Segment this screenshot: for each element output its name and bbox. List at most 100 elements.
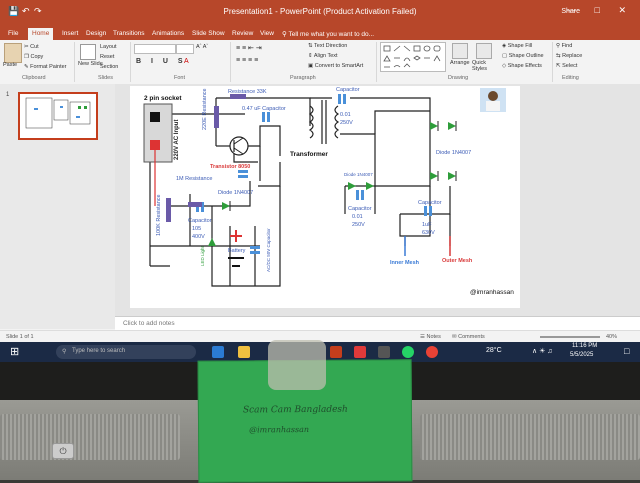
paste-icon[interactable]: [4, 43, 22, 63]
search-placeholder: Type here to search: [72, 348, 126, 354]
sticky-note-line1: Scam Cam Bangladesh: [242, 404, 348, 416]
paste-button[interactable]: Paste: [3, 62, 17, 68]
circuit-diagram: 2 pin socket Transformer @imranhassan 22…: [143, 87, 514, 296]
replace-button[interactable]: ⇆ Replace: [556, 53, 582, 59]
font-family-select[interactable]: [134, 44, 176, 54]
shapes-gallery[interactable]: [380, 42, 446, 72]
tab-view[interactable]: View: [260, 30, 274, 37]
bullets-icon[interactable]: ≡ ≡ ⇤ ⇥: [236, 44, 262, 52]
whatsapp-icon[interactable]: [402, 346, 414, 358]
section-button[interactable]: Section: [100, 64, 118, 70]
slide[interactable]: 2 pin socket Transformer @imranhassan 22…: [130, 86, 520, 308]
edge-icon[interactable]: [212, 346, 224, 358]
tab-design[interactable]: Design: [86, 30, 106, 37]
notes-placeholder: Click to add notes: [123, 320, 175, 327]
font-grow-button[interactable]: Aˆ Aˇ: [196, 44, 208, 50]
window-controls[interactable]: — □ ✕: [567, 5, 634, 16]
label-led: LED Light: [200, 245, 205, 266]
layout-button[interactable]: Layout: [100, 44, 117, 50]
tray-icons[interactable]: ∧ ☀ ♫: [532, 347, 553, 355]
font-size-select[interactable]: [176, 44, 194, 54]
align-text-button[interactable]: ⇕ Align Text: [308, 53, 338, 59]
window-title: Presentation1 - PowerPoint (Product Acti…: [223, 7, 417, 16]
shape-effects-button[interactable]: ◇ Shape Effects: [502, 63, 542, 69]
notes-pane[interactable]: Click to add notes: [115, 316, 640, 331]
clock-time[interactable]: 11:16 PM: [572, 343, 597, 349]
title-bar: 💾 ↶ ↷ Presentation1 - PowerPoint (Produc…: [0, 0, 640, 28]
quick-styles-icon[interactable]: [476, 43, 492, 59]
label-cap-right: Capacitor: [418, 200, 442, 206]
clock-date[interactable]: 5/5/2025: [570, 352, 593, 358]
new-slide-icon[interactable]: [80, 44, 96, 60]
tab-slide-show[interactable]: Slide Show: [192, 30, 225, 37]
app-icon[interactable]: [354, 346, 366, 358]
label-cap-473: 0.47 uF Capacitor: [242, 106, 286, 112]
power-button-icon[interactable]: ⏻: [52, 443, 74, 459]
divider: [376, 42, 377, 82]
tab-file[interactable]: File: [8, 30, 18, 37]
comments-toggle-label: Comments: [458, 334, 485, 340]
notification-icon[interactable]: □: [624, 346, 629, 356]
format-painter-button[interactable]: ✎ Format Painter: [24, 64, 67, 70]
label-socket: 2 pin socket: [144, 95, 182, 102]
quick-styles-button[interactable]: Quick Styles: [472, 60, 498, 72]
shape-fill-button[interactable]: ◈ Shape Fill: [502, 43, 532, 49]
tab-insert[interactable]: Insert: [62, 30, 78, 37]
shapes-gallery-icons: [383, 45, 441, 68]
sticky-note-line2: @imranhassan: [249, 424, 310, 435]
notes-toggle[interactable]: ☰ Notes: [420, 334, 441, 340]
shape-outline-label: Shape Outline: [508, 53, 544, 59]
file-explorer-icon[interactable]: [238, 346, 250, 358]
app-icon[interactable]: [378, 346, 390, 358]
zoom-level[interactable]: 40%: [606, 334, 617, 340]
cut-button[interactable]: ✂ Cut: [24, 44, 39, 50]
label-cap-top: Capacitor: [336, 87, 360, 93]
tab-home[interactable]: Home: [28, 28, 54, 40]
ribbon-tabs: File Home Insert Design Transitions Anim…: [0, 28, 640, 40]
group-paragraph: Paragraph: [290, 75, 316, 81]
slide-thumbnail[interactable]: [18, 92, 98, 140]
reset-button[interactable]: Reset: [100, 54, 114, 60]
tab-animations[interactable]: Animations: [152, 30, 184, 37]
label-cap-top-v1: 0.01: [340, 112, 351, 118]
taskbar-search[interactable]: ⚲ Type here to search: [56, 345, 196, 359]
align-icons[interactable]: ≡ ≡ ≡ ≡: [236, 57, 258, 64]
tell-me-box[interactable]: ⚲ Tell me what you want to do...: [282, 30, 374, 38]
align-text-label: Align Text: [313, 53, 338, 59]
comments-toggle[interactable]: ✉ Comments: [452, 334, 485, 340]
capacitor-symbols: [196, 94, 432, 254]
chrome-icon[interactable]: [426, 346, 438, 358]
label-author: @imranhassan: [470, 289, 514, 296]
group-clipboard: Clipboard: [22, 75, 46, 81]
select-button[interactable]: ⇱ Select: [556, 63, 577, 69]
group-font: Font: [174, 75, 186, 81]
label-inner-mesh: Inner Mesh: [390, 260, 420, 266]
label-cap-105-v2: 400V: [192, 234, 205, 240]
label-outer-mesh: Outer Mesh: [442, 258, 473, 264]
ribbon: Paste ✂ Cut ❐ Copy ✎ Format Painter Clip…: [0, 40, 640, 85]
copy-button[interactable]: ❐ Copy: [24, 54, 43, 60]
arrange-icon[interactable]: [452, 43, 468, 59]
text-direction-button[interactable]: ⇅ Text Direction: [308, 43, 347, 49]
shape-outline-button[interactable]: ▢ Shape Outline: [502, 53, 544, 59]
group-slides: Slides: [98, 75, 113, 81]
label-cap-105-v1: 105: [192, 226, 201, 232]
group-drawing: Drawing: [448, 75, 469, 81]
tab-transitions[interactable]: Transitions: [113, 30, 145, 37]
font-color-button[interactable]: A: [184, 58, 189, 65]
format-painter-label: Format Painter: [30, 64, 67, 70]
tab-review[interactable]: Review: [232, 30, 253, 37]
divider: [552, 42, 553, 82]
label-res-100k: 100K Resistance: [156, 194, 162, 236]
windows-start-icon[interactable]: ⊞: [10, 345, 19, 358]
powerpoint-icon[interactable]: [330, 346, 342, 358]
transistor-symbol: [229, 136, 249, 156]
label-cap-mid-v2: 250V: [352, 222, 365, 228]
zoom-slider[interactable]: [540, 336, 600, 338]
arrange-button[interactable]: Arrange: [450, 60, 470, 66]
label-cap-mid: Capacitor: [348, 206, 372, 212]
find-button[interactable]: ⚲ Find: [556, 43, 572, 49]
weather-temp[interactable]: 28°C: [486, 347, 502, 354]
font-format-buttons[interactable]: B I U S: [136, 58, 187, 65]
convert-smartart-button[interactable]: ▣ Convert to SmartArt: [308, 63, 363, 69]
